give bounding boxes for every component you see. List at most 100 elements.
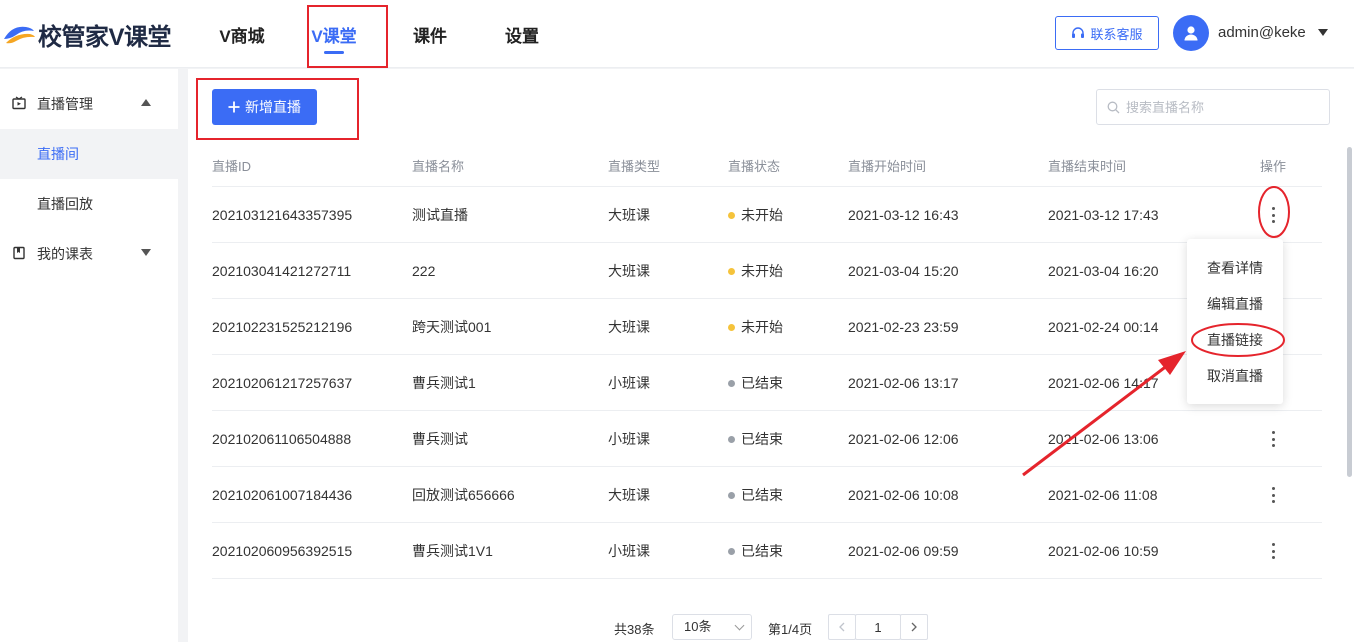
nav-settings[interactable]: 设置 [476, 0, 568, 68]
cell-end-time: 2021-02-24 00:14 [1048, 319, 1159, 335]
prev-page-button[interactable] [828, 614, 856, 640]
sidebar-item-live-room[interactable]: 直播间 [0, 129, 178, 179]
more-dot [1271, 493, 1275, 497]
sidebar-group-live-label: 直播管理 [37, 96, 93, 112]
cell-end-time: 2021-03-12 17:43 [1048, 207, 1159, 223]
caret-up-icon [141, 99, 151, 106]
nav-vclass[interactable]: V课堂 [284, 0, 384, 68]
cell-start-time: 2021-02-06 12:06 [848, 431, 959, 447]
status-dot [728, 380, 735, 387]
page-size-select[interactable]: 10条 [672, 614, 752, 640]
cell-start-time: 2021-02-06 09:59 [848, 543, 959, 559]
cell-live-name: 测试直播 [412, 207, 468, 223]
sidebar-group-schedule[interactable]: 我的课表 [0, 229, 178, 279]
sidebar-group-live[interactable]: 直播管理 [0, 79, 178, 129]
table-row: 202102231525212196 跨天测试001 大班课 未开始 2021-02-2… [212, 299, 1322, 355]
pagination-total: 共38条 [614, 622, 655, 637]
status-dot [728, 324, 735, 331]
more-dot [1271, 549, 1275, 553]
cell-end-time: 2021-02-06 13:06 [1048, 431, 1159, 447]
cell-live-id: 202102060956392515 [212, 543, 353, 559]
contact-support-button[interactable]: 联系客服 [1055, 16, 1159, 50]
more-dot [1271, 437, 1275, 441]
live-tv-icon [12, 96, 26, 110]
search-input[interactable] [1126, 99, 1316, 115]
cell-start-time: 2021-02-23 23:59 [848, 319, 959, 335]
nav-mall[interactable]: V商城 [200, 0, 284, 68]
page-number-input[interactable]: 1 [855, 614, 901, 640]
live-table: 直播ID 直播名称 直播类型 直播状态 直播开始时间 直播结束时间 操作 202… [212, 141, 1322, 579]
cell-live-type: 小班课 [608, 375, 650, 391]
pagination: 共38条 10条 第1/4页 1 [188, 612, 1354, 642]
table-row: 202102061217257637 曹兵测试1 小班课 已结束 2021-02-06 … [212, 355, 1322, 411]
user-icon [1184, 26, 1198, 41]
headset-icon [1072, 27, 1085, 38]
main-nav: V商城 V课堂 课件 设置 [200, 0, 568, 68]
add-live-button[interactable]: 新增直播 [212, 89, 317, 125]
cell-end-time: 2021-02-06 10:59 [1048, 543, 1159, 559]
cell-live-status: 未开始 [728, 187, 783, 243]
cell-live-name: 222 [412, 263, 436, 279]
cell-live-type: 大班课 [608, 319, 650, 335]
status-text: 未开始 [741, 207, 783, 223]
cell-live-type: 大班课 [608, 263, 650, 279]
main-panel: 新增直播 直播ID 直播名称 直播类型 直播状态 直播开始时间 直播结束时间 操… [188, 69, 1354, 642]
sidebar-item-live-replay[interactable]: 直播回放 [0, 179, 178, 229]
table-row: 202102060956392515 曹兵测试1V1 小班课 已结束 2021-02-0… [212, 523, 1322, 579]
nav-courseware[interactable]: 课件 [384, 0, 476, 68]
more-actions-icon[interactable] [1265, 541, 1281, 561]
status-text: 已结束 [741, 487, 783, 503]
cell-end-time: 2021-03-04 16:20 [1048, 263, 1159, 279]
cell-live-status: 未开始 [728, 299, 783, 355]
logo-icon [4, 26, 35, 44]
cell-live-id: 202102231525212196 [212, 319, 353, 335]
search-icon [1107, 101, 1120, 113]
menu-item-live-link[interactable]: 直播链接 [1187, 322, 1283, 358]
more-actions-icon[interactable] [1265, 485, 1281, 505]
col-live-status: 直播状态 [728, 159, 781, 174]
cell-end-time: 2021-02-06 14:17 [1048, 375, 1159, 391]
cell-live-status: 已结束 [728, 467, 783, 523]
user-name[interactable]: admin@keke [1218, 24, 1306, 41]
chevron-right-icon [911, 622, 917, 632]
col-live-type: 直播类型 [608, 159, 661, 174]
cell-live-name: 曹兵测试 [412, 431, 468, 447]
cell-live-id: 202102061106504888 [212, 431, 352, 447]
chevron-down-icon [734, 620, 745, 631]
sidebar-group-schedule-label: 我的课表 [37, 246, 93, 262]
more-dot [1271, 543, 1275, 546]
menu-item-edit-live[interactable]: 编辑直播 [1187, 286, 1283, 322]
status-dot [728, 436, 735, 443]
cell-start-time: 2021-03-04 15:20 [848, 263, 959, 279]
logo[interactable]: 校管家V课堂 [2, 14, 172, 54]
avatar[interactable] [1173, 15, 1209, 51]
status-dot [728, 212, 735, 219]
status-text: 已结束 [741, 431, 783, 447]
cell-live-id: 202102061007184436 [212, 487, 353, 503]
cell-start-time: 2021-02-06 10:08 [848, 487, 959, 503]
caret-down-icon[interactable] [1318, 29, 1328, 36]
more-actions-icon[interactable] [1265, 429, 1281, 449]
menu-item-cancel-live[interactable]: 取消直播 [1187, 358, 1283, 394]
more-dot [1271, 487, 1275, 490]
scrollbar[interactable] [1347, 147, 1352, 477]
more-dot [1271, 220, 1275, 223]
sidebar: 直播管理 直播间 直播回放 我的课表 [0, 69, 178, 642]
status-text: 已结束 [741, 543, 783, 559]
status-text: 未开始 [741, 319, 783, 335]
status-dot [728, 268, 735, 275]
more-dot [1271, 444, 1275, 447]
logo-text: 校管家V课堂 [38, 23, 172, 51]
cell-live-name: 曹兵测试1 [412, 375, 476, 391]
col-live-name: 直播名称 [412, 159, 465, 174]
cell-live-type: 大班课 [608, 487, 650, 503]
status-dot [728, 492, 735, 499]
more-actions-icon[interactable] [1265, 205, 1281, 225]
menu-item-view-details[interactable]: 查看详情 [1187, 250, 1283, 286]
next-page-button[interactable] [900, 614, 928, 640]
col-start-time: 直播开始时间 [848, 159, 927, 174]
status-text: 已结束 [741, 375, 783, 391]
cell-live-id: 202103121643357395 [212, 207, 353, 223]
page-size-value: 10条 [684, 619, 712, 634]
cell-live-name: 回放测试656666 [412, 487, 515, 503]
